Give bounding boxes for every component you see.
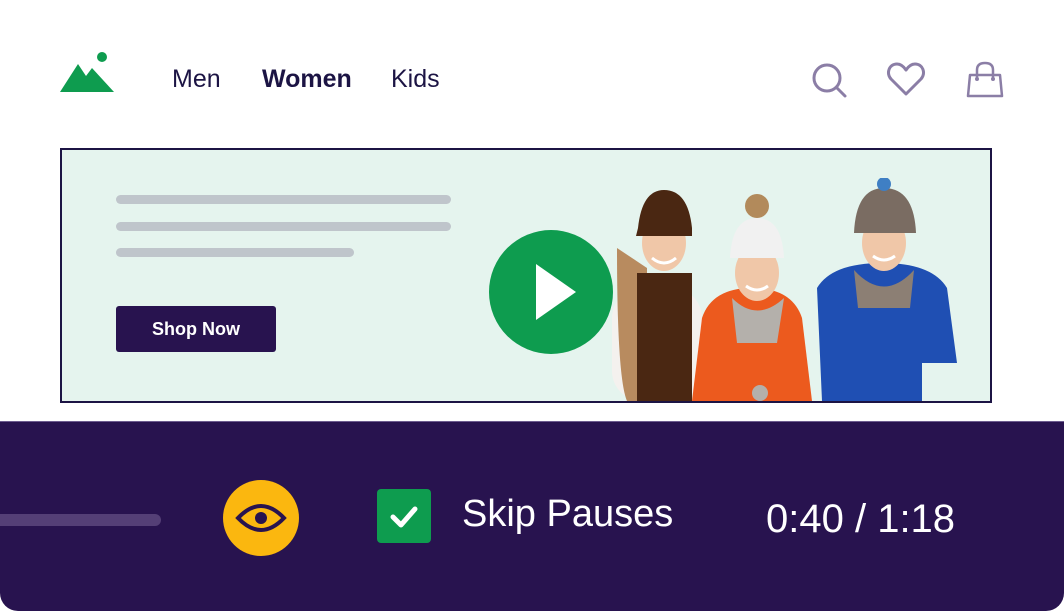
heart-icon[interactable] (886, 60, 926, 100)
nav-kids[interactable]: Kids (391, 62, 440, 96)
text-placeholder-line (116, 195, 451, 204)
skip-pauses-checkbox[interactable] (377, 489, 431, 543)
time-display: 0:40 / 1:18 (766, 497, 956, 541)
nav-women[interactable]: Women (262, 62, 352, 96)
text-placeholder-line (116, 222, 451, 231)
play-video-button[interactable] (489, 230, 613, 354)
skip-pauses-label[interactable]: Skip Pauses (462, 492, 673, 536)
promo-banner: Shop Now (60, 148, 992, 403)
progress-scrubber[interactable] (0, 514, 161, 526)
shopping-bag-icon[interactable] (965, 60, 1005, 100)
shop-now-button[interactable]: Shop Now (116, 306, 276, 352)
nav-men[interactable]: Men (172, 62, 221, 96)
eye-icon (235, 504, 287, 532)
video-control-bar: Skip Pauses 0:40 / 1:18 (0, 421, 1064, 611)
mountain-logo-icon[interactable] (60, 52, 116, 94)
search-icon[interactable] (809, 60, 849, 100)
checkmark-icon (390, 506, 418, 528)
text-placeholder-line (116, 248, 354, 257)
banner-photo (612, 178, 957, 401)
eye-toggle-button[interactable] (223, 480, 299, 556)
